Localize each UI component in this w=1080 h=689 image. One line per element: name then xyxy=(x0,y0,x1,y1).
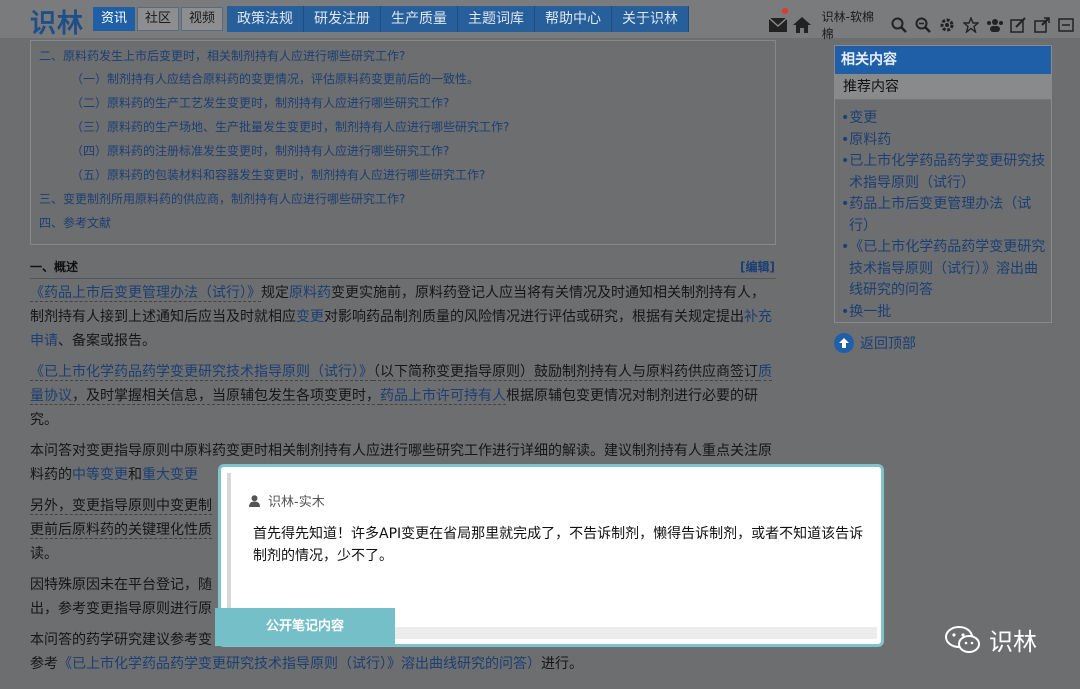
tab-video[interactable]: 视频 xyxy=(181,7,224,31)
table-of-contents: 二、原料药发生上市后变更时，相关制剂持有人应进行哪些研究工作? （一）制剂持有人… xyxy=(30,40,776,245)
mail-icon[interactable] xyxy=(768,15,788,35)
toc-item[interactable]: （二）原料药的生产工艺发生变更时，制剂持有人应进行哪些研究工作? xyxy=(71,94,449,111)
zoom-icon[interactable] xyxy=(913,15,933,35)
sub-tabs: 资讯 社区 视频 xyxy=(93,7,225,31)
nav-about[interactable]: 关于识林 xyxy=(612,6,689,32)
edit-icon[interactable] xyxy=(1009,15,1029,35)
link-moderate-change[interactable]: 中等变更 xyxy=(72,467,128,483)
note-text: 首先得先知道！许多API变更在省局那里就完成了，不告诉制剂，懒得告诉制剂，或者不… xyxy=(253,526,864,564)
nav-quality[interactable]: 生产质量 xyxy=(381,6,458,32)
toc-item[interactable]: 四、参考文献 xyxy=(39,214,111,231)
star-icon[interactable] xyxy=(961,15,981,35)
site-logo[interactable]: 识林 xyxy=(30,3,84,40)
note-author: 识林-实木 xyxy=(249,491,325,510)
group-icon[interactable] xyxy=(985,15,1005,35)
nav-policy[interactable]: 政策法规 xyxy=(227,6,304,32)
link-regulation[interactable]: 《药品上市后变更管理办法（试行）》 xyxy=(30,285,261,302)
edit-link[interactable]: [编辑] xyxy=(740,258,775,275)
user-name[interactable]: 识林-软棉棉 xyxy=(822,8,886,42)
tab-news[interactable]: 资讯 xyxy=(93,7,136,31)
main-nav: 政策法规 研发注册 生产质量 主题词库 帮助中心 关于识林 xyxy=(227,6,689,32)
back-to-top-button[interactable]: 返回顶部 xyxy=(834,333,916,353)
panel-subheading: 推荐内容 xyxy=(835,74,1051,100)
nav-rnd[interactable]: 研发注册 xyxy=(304,6,381,32)
nav-thesaurus[interactable]: 主题词库 xyxy=(458,6,535,32)
link-change[interactable]: 变更 xyxy=(296,309,324,325)
paragraph-4: 另外，变更指导原则中变更制 更前后原料药的关键理化性质 读。 xyxy=(30,498,212,562)
refresh-link[interactable]: •换一批 xyxy=(841,302,1049,324)
back-to-top-label: 返回顶部 xyxy=(860,336,916,352)
toc-item[interactable]: （五）原料药的包装材料和容器发生变更时，制剂持有人应进行哪些研究工作? xyxy=(71,166,485,183)
related-item[interactable]: •原料药 xyxy=(841,130,1049,152)
related-item[interactable]: •变更 xyxy=(841,108,1049,130)
paragraph-1: 《药品上市后变更管理办法（试行）》规定原料药变更实施前，原料药登记人应当将有关情… xyxy=(30,285,772,349)
nav-help[interactable]: 帮助中心 xyxy=(535,6,612,32)
toc-item[interactable]: 三、变更制剂所用原料药的供应商，制剂持有人应进行哪些研究工作? xyxy=(39,190,405,207)
link-guideline-2[interactable]: 《已上市化学药品药学变更研究技术指导原则（试行）》 xyxy=(58,656,401,672)
notification-dot xyxy=(782,8,788,14)
note-body: 识林-实木 首先得先知道！许多API变更在省局那里就完成了，不告诉制剂，懒得告诉… xyxy=(227,473,875,629)
search-icon[interactable] xyxy=(889,15,909,35)
home-icon[interactable] xyxy=(792,15,812,35)
top-bar: 识林 资讯 社区 视频 政策法规 研发注册 生产质量 主题词库 帮助中心 关于识… xyxy=(0,0,1080,41)
wechat-icon xyxy=(945,625,981,655)
section-title: 一、概述 xyxy=(30,260,79,274)
paragraph-5: 因特殊原因未在平台登记，随 出，参考变更指导原则进行原 xyxy=(30,577,212,617)
link-api[interactable]: 原料药 xyxy=(289,285,331,301)
tab-community[interactable]: 社区 xyxy=(137,7,180,31)
gear-icon[interactable] xyxy=(937,15,957,35)
related-list: •变更 •原料药 •已上市化学药品药学变更研究技术指导原则（试行） •药品上市后… xyxy=(841,108,1049,323)
watermark: 识林 xyxy=(945,622,1037,657)
paragraph-2: 《已上市化学药品药学变更研究技术指导原则（试行）》（以下简称变更指导原则）鼓励制… xyxy=(30,364,772,428)
related-item[interactable]: •《已上市化学药品药学变更研究技术指导原则（试行）》溶出曲线研究的问答 xyxy=(841,237,1049,302)
toc-item[interactable]: （三）原料药的生产场地、生产批量发生变更时，制剂持有人应进行哪些研究工作? xyxy=(71,118,509,135)
paragraph-7: 参考《已上市化学药品药学变更研究技术指导原则（试行）》溶出曲线研究的问答）进行。 xyxy=(30,656,583,672)
toc-item[interactable]: （一）制剂持有人应结合原料药的变更情况，评估原料药变更前后的一致性。 xyxy=(71,70,479,87)
link-dissolution-qa[interactable]: 溶出曲线研究的问答 xyxy=(401,656,527,672)
toc-item[interactable]: （四）原料药的注册标准发生变更时，制剂持有人应进行哪些研究工作? xyxy=(71,142,449,159)
link-major-change[interactable]: 重大变更 xyxy=(142,467,198,483)
related-content-panel: 相关内容 推荐内容 •变更 •原料药 •已上市化学药品药学变更研究技术指导原则（… xyxy=(834,45,1052,323)
public-note-button[interactable]: 公开笔记内容 xyxy=(215,608,395,646)
related-item[interactable]: •药品上市后变更管理办法（试行） xyxy=(841,194,1049,237)
export-icon[interactable] xyxy=(1056,15,1076,35)
section-divider xyxy=(30,278,776,279)
related-item[interactable]: •已上市化学药品药学变更研究技术指导原则（试行） xyxy=(841,151,1049,194)
user-icon xyxy=(249,494,260,507)
arrow-up-icon xyxy=(834,333,854,353)
link-guideline[interactable]: 《已上市化学药品药学变更研究技术指导原则（试行）》 xyxy=(30,364,373,381)
paragraph-6: 本问答的药学研究建议参考变 xyxy=(30,632,212,648)
toc-item[interactable]: 二、原料药发生上市后变更时，相关制剂持有人应进行哪些研究工作? xyxy=(39,47,405,64)
toolbar-icons: 识林-软棉棉 xyxy=(768,8,1080,42)
panel-heading: 相关内容 xyxy=(835,46,1051,74)
link-mah[interactable]: 药品上市许可持有人 xyxy=(380,388,506,405)
share-icon[interactable] xyxy=(1032,15,1052,35)
